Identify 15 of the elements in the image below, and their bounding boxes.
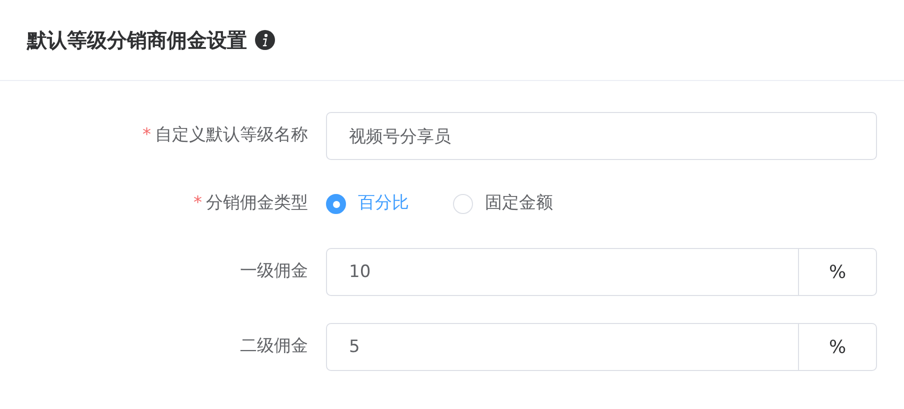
radio-button[interactable]: [326, 194, 346, 214]
field-label: 一级佣金: [240, 261, 308, 282]
required-mark: *: [194, 193, 202, 214]
required-mark: *: [142, 125, 151, 146]
text-input[interactable]: 视频号分享员: [326, 112, 877, 160]
radio-label[interactable]: 固定金额: [485, 191, 553, 217]
field-label: 二级佣金: [240, 336, 308, 356]
field-label: 自定义默认等级名称: [155, 125, 308, 146]
section-title: 默认等级分销商佣金设置: [27, 27, 247, 54]
field-label: 分销佣金类型: [206, 193, 308, 214]
number-input[interactable]: 10: [326, 248, 799, 296]
unit-suffix: %: [799, 248, 877, 296]
number-input[interactable]: 5: [326, 323, 799, 371]
unit-suffix: %: [799, 323, 877, 371]
info-icon[interactable]: [255, 30, 275, 50]
